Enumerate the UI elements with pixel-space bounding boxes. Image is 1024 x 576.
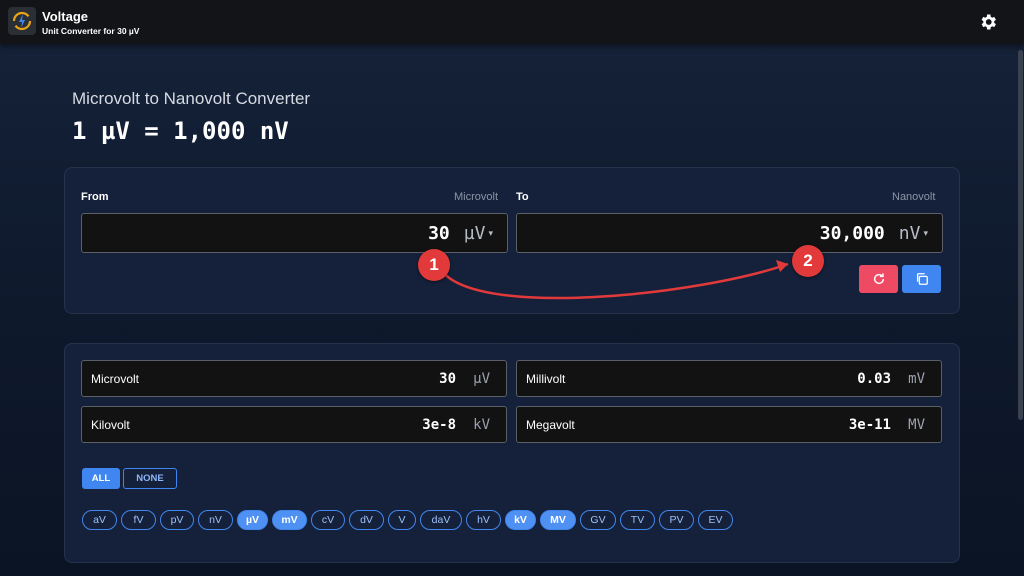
result-unit: µV xyxy=(473,371,490,387)
unit-chip[interactable]: mV xyxy=(272,510,307,530)
select-none-button[interactable]: NONE xyxy=(123,468,177,489)
result-row: Microvolt 30 µV xyxy=(81,360,507,397)
unit-chip[interactable]: aV xyxy=(82,510,117,530)
result-unit-name: Megavolt xyxy=(526,418,575,432)
unit-chip[interactable]: µV xyxy=(237,510,268,530)
result-unit: MV xyxy=(908,417,925,433)
annotation-marker-1: 1 xyxy=(418,249,450,281)
result-unit-name: Kilovolt xyxy=(91,418,130,432)
result-value: 3e-8 xyxy=(422,417,456,433)
result-unit-name: Microvolt xyxy=(91,372,140,386)
unit-chip[interactable]: hV xyxy=(466,510,501,530)
unit-chip[interactable]: V xyxy=(388,510,416,530)
annotation-marker-2: 2 xyxy=(792,245,824,277)
result-value: 0.03 xyxy=(857,371,891,387)
result-value: 30 xyxy=(439,371,456,387)
result-unit: mV xyxy=(908,371,925,387)
unit-chip[interactable]: fV xyxy=(121,510,156,530)
result-unit-name: Millivolt xyxy=(526,372,566,386)
unit-chip[interactable]: cV xyxy=(311,510,345,530)
unit-chip[interactable]: pV xyxy=(160,510,194,530)
unit-chip[interactable]: kV xyxy=(505,510,536,530)
unit-chip[interactable]: nV xyxy=(198,510,233,530)
unit-chip[interactable]: MV xyxy=(540,510,576,530)
unit-chip[interactable]: TV xyxy=(620,510,655,530)
result-row: Megavolt 3e-11 MV xyxy=(516,406,942,443)
result-value: 3e-11 xyxy=(848,417,891,433)
unit-chip[interactable]: dV xyxy=(349,510,384,530)
unit-chip[interactable]: EV xyxy=(698,510,733,530)
result-unit: kV xyxy=(473,417,490,433)
result-row: Kilovolt 3e-8 kV xyxy=(81,406,507,443)
unit-chip[interactable]: PV xyxy=(659,510,694,530)
unit-chip[interactable]: daV xyxy=(420,510,462,530)
result-row: Millivolt 0.03 mV xyxy=(516,360,942,397)
select-all-button[interactable]: ALL xyxy=(82,468,120,489)
unit-chip[interactable]: GV xyxy=(580,510,616,530)
